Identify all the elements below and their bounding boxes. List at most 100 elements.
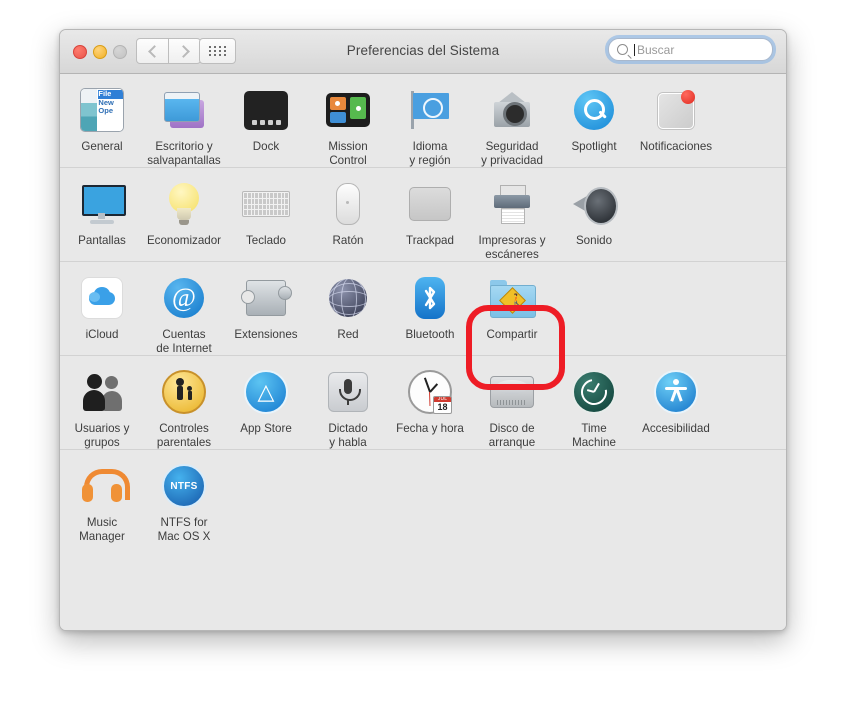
- pref-label: Economizador: [146, 234, 222, 247]
- preferences-grid: File New Ope General Escritorio y salvap…: [60, 74, 786, 630]
- pref-label: Ratón: [332, 234, 364, 247]
- pref-pane-dictation-speech[interactable]: Dictado y habla: [307, 356, 389, 449]
- app-store-icon: △: [242, 368, 290, 416]
- pref-pane-sound[interactable]: Sonido: [553, 168, 635, 261]
- preferences-row-system: Usuarios y grupos Controles parentales △…: [60, 356, 786, 450]
- pref-pane-extensions[interactable]: Extensiones: [225, 262, 307, 355]
- pref-pane-notifications[interactable]: Notificaciones: [635, 74, 717, 167]
- accessibility-icon: [652, 368, 700, 416]
- pref-label: General: [81, 140, 123, 153]
- pref-pane-network[interactable]: Red: [307, 262, 389, 355]
- pref-label: Controles parentales: [156, 422, 212, 449]
- pref-label: NTFS for Mac OS X: [157, 516, 211, 543]
- app-store-glyph: △: [244, 370, 288, 414]
- pref-pane-accessibility[interactable]: Accesibilidad: [635, 356, 717, 449]
- pref-label: Pantallas: [78, 234, 126, 247]
- parental-controls-icon: [160, 368, 208, 416]
- general-icon-text-bot: Ope: [98, 106, 113, 116]
- pref-pane-internet-accounts[interactable]: @ Cuentas de Internet: [143, 262, 225, 355]
- pref-label: Notificaciones: [639, 140, 713, 153]
- pref-label: Fecha y hora: [396, 422, 464, 435]
- pref-label: Red: [337, 328, 359, 341]
- pref-label: Accesibilidad: [642, 422, 710, 435]
- date-time-icon: JUL 18: [406, 368, 454, 416]
- pref-label: Mission Control: [328, 140, 368, 167]
- pref-pane-mission-control[interactable]: Mission Control: [307, 74, 389, 167]
- keyboard-icon: [242, 180, 290, 228]
- pref-label: Usuarios y grupos: [74, 422, 130, 449]
- pref-pane-displays[interactable]: Pantallas: [61, 168, 143, 261]
- window-titlebar: Preferencias del Sistema Buscar: [60, 30, 786, 74]
- network-icon: [324, 274, 372, 322]
- pref-pane-music-manager[interactable]: Music Manager: [61, 450, 143, 543]
- pref-pane-icloud[interactable]: iCloud: [61, 262, 143, 355]
- pref-pane-ntfs[interactable]: NTFS NTFS for Mac OS X: [143, 450, 225, 543]
- pref-label: Teclado: [246, 234, 286, 247]
- pref-pane-app-store[interactable]: △ App Store: [225, 356, 307, 449]
- pref-pane-trackpad[interactable]: Trackpad: [389, 168, 471, 261]
- search-icon: [617, 44, 628, 55]
- energy-saver-icon: [160, 180, 208, 228]
- pref-pane-general[interactable]: File New Ope General: [61, 74, 143, 167]
- pref-pane-keyboard[interactable]: Teclado: [225, 168, 307, 261]
- pref-pane-desktop-screensaver[interactable]: Escritorio y salvapantallas: [143, 74, 225, 167]
- calendar-day: 18: [437, 402, 448, 413]
- pref-label: Dictado y habla: [328, 422, 368, 449]
- pref-pane-parental-controls[interactable]: Controles parentales: [143, 356, 225, 449]
- runner-glyph: 🚶: [509, 293, 524, 307]
- preferences-row-other: Music Manager NTFS NTFS for Mac OS X: [60, 450, 786, 543]
- general-icon: File New Ope: [78, 86, 126, 134]
- bluetooth-icon: [406, 274, 454, 322]
- search-field[interactable]: Buscar: [608, 38, 773, 61]
- pref-label: Dock: [252, 140, 280, 153]
- pref-label: Spotlight: [571, 140, 617, 153]
- pref-pane-printers-scanners[interactable]: Impresoras y escáneres: [471, 168, 553, 261]
- security-privacy-icon: [488, 86, 536, 134]
- pref-pane-time-machine[interactable]: Time Machine: [553, 356, 635, 449]
- mission-control-icon: [324, 86, 372, 134]
- pref-pane-startup-disk[interactable]: Disco de arranque: [471, 356, 553, 449]
- language-region-icon: [406, 86, 454, 134]
- ntfs-text: NTFS: [170, 480, 198, 492]
- pref-pane-users-groups[interactable]: Usuarios y grupos: [61, 356, 143, 449]
- extensions-icon: [241, 274, 292, 322]
- startup-disk-icon: [488, 368, 536, 416]
- ntfs-icon: NTFS: [160, 462, 208, 510]
- dictation-speech-icon: [324, 368, 372, 416]
- music-manager-icon: [78, 462, 130, 510]
- pref-label: Disco de arranque: [488, 422, 536, 449]
- system-preferences-window: Preferencias del Sistema Buscar File New…: [59, 29, 787, 631]
- notifications-icon: [652, 86, 700, 134]
- pref-label: Idioma y región: [409, 140, 451, 167]
- preferences-row-hardware: Pantallas Economizador Teclado Ratón Tra…: [60, 168, 786, 262]
- displays-icon: [78, 180, 126, 228]
- pref-pane-bluetooth[interactable]: Bluetooth: [389, 262, 471, 355]
- pref-label: Trackpad: [406, 234, 454, 247]
- pref-pane-language-region[interactable]: Idioma y región: [389, 74, 471, 167]
- pref-label: Sonido: [575, 234, 613, 247]
- pref-pane-date-time[interactable]: JUL 18 Fecha y hora: [389, 356, 471, 449]
- pref-pane-spotlight[interactable]: Spotlight: [553, 74, 635, 167]
- pref-label: App Store: [240, 422, 292, 435]
- pref-label: Impresoras y escáneres: [478, 234, 546, 261]
- trackpad-icon: [406, 180, 454, 228]
- pref-label: Extensiones: [234, 328, 298, 341]
- pref-label: Compartir: [486, 328, 538, 341]
- pref-pane-dock[interactable]: Dock: [225, 74, 307, 167]
- text-caret: [634, 43, 635, 56]
- pref-pane-energy-saver[interactable]: Economizador: [143, 168, 225, 261]
- pref-label: Cuentas de Internet: [156, 328, 212, 355]
- search-placeholder: Buscar: [637, 42, 675, 57]
- users-groups-icon: [78, 368, 126, 416]
- sharing-icon: 🚶: [488, 274, 536, 322]
- pref-label: iCloud: [85, 328, 119, 341]
- printers-scanners-icon: [488, 180, 536, 228]
- internet-accounts-icon: @: [160, 274, 208, 322]
- desktop-screensaver-icon: [160, 86, 208, 134]
- time-machine-icon: [570, 368, 618, 416]
- pref-pane-sharing[interactable]: 🚶 Compartir: [471, 262, 553, 355]
- pref-pane-security-privacy[interactable]: Seguridad y privacidad: [471, 74, 553, 167]
- pref-label: Time Machine: [572, 422, 616, 449]
- dock-icon: [242, 86, 290, 134]
- pref-pane-mouse[interactable]: Ratón: [307, 168, 389, 261]
